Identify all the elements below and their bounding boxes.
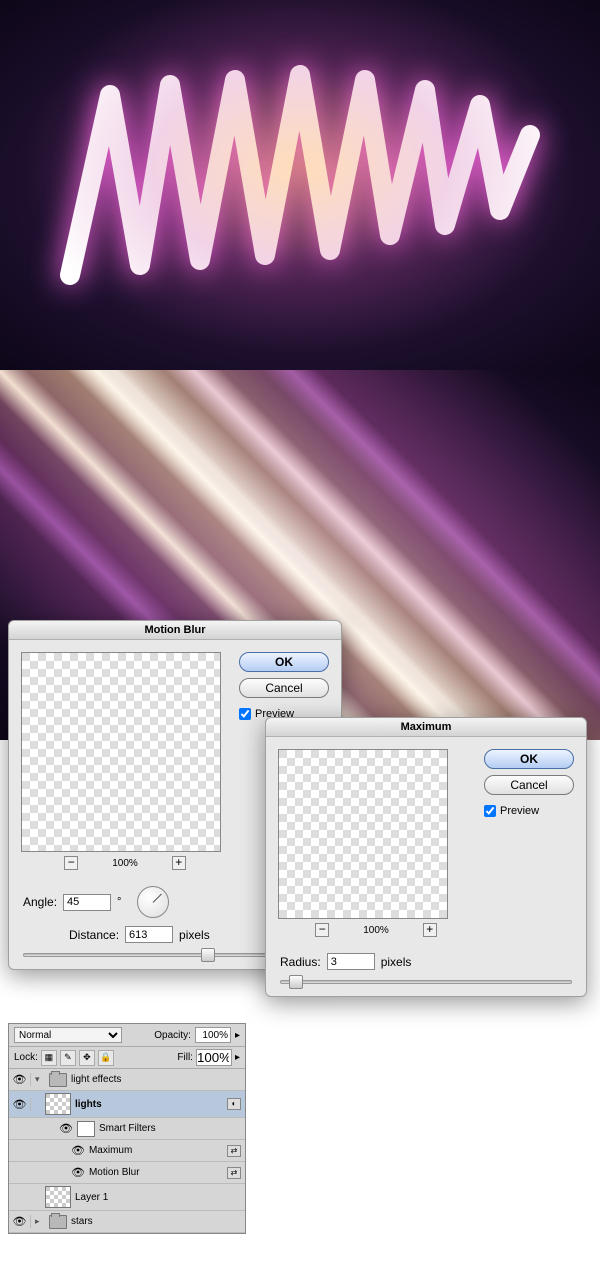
zoom-out-button[interactable]: −	[315, 923, 329, 937]
radius-slider[interactable]	[280, 980, 572, 984]
layer-label: Smart Filters	[99, 1123, 156, 1134]
layer-label: Motion Blur	[89, 1167, 140, 1178]
layer-label: Layer 1	[75, 1192, 108, 1203]
cancel-button[interactable]: Cancel	[484, 775, 574, 795]
layer-layer1[interactable]: Layer 1	[9, 1184, 245, 1211]
zoom-level: 100%	[363, 925, 389, 936]
layer-thumbnail	[45, 1186, 71, 1208]
distance-input[interactable]	[125, 926, 173, 943]
opacity-label: Opacity:	[154, 1030, 191, 1041]
fill-arrow-icon[interactable]: ▸	[235, 1052, 240, 1063]
lock-transparency-icon[interactable]: ▦	[41, 1050, 57, 1066]
layer-group-stars[interactable]: 👁 ▸ stars	[9, 1211, 245, 1233]
zoom-in-button[interactable]: +	[172, 856, 186, 870]
layer-label: light effects	[71, 1074, 121, 1085]
folder-icon	[49, 1073, 67, 1087]
preview-thumbnail[interactable]	[278, 749, 448, 919]
visibility-eye-icon[interactable]: 👁	[59, 1122, 73, 1135]
filter-mask-thumbnail	[77, 1121, 95, 1137]
zoom-in-button[interactable]: +	[423, 923, 437, 937]
layers-panel: Normal Opacity: ▸ Lock: ▦ ✎ ✥ 🔒 Fill: ▸ …	[8, 1023, 246, 1234]
layer-filter-maximum[interactable]: 👁 Maximum ⇄	[9, 1140, 245, 1162]
preview-checkbox-row[interactable]: Preview	[484, 805, 574, 817]
maximum-dialog: Maximum − 100% + OK Cancel Preview	[265, 717, 587, 997]
layer-label: stars	[71, 1216, 93, 1227]
lock-label: Lock:	[14, 1052, 38, 1063]
lock-all-icon[interactable]: 🔒	[98, 1050, 114, 1066]
blend-mode-select[interactable]: Normal	[14, 1027, 122, 1043]
angle-label: Angle:	[23, 895, 57, 909]
zoom-out-button[interactable]: −	[64, 856, 78, 870]
radius-unit: pixels	[381, 955, 412, 969]
ok-button[interactable]: OK	[484, 749, 574, 769]
blending-options-icon[interactable]: ⇄	[227, 1145, 241, 1157]
fill-input[interactable]	[196, 1049, 232, 1066]
preview-checkbox[interactable]	[484, 805, 496, 817]
visibility-eye-icon[interactable]: 👁	[13, 1216, 27, 1228]
scribble-stroke	[50, 35, 550, 315]
radius-input[interactable]	[327, 953, 375, 970]
canvas-scribble-preview	[0, 0, 600, 370]
visibility-eye-icon[interactable]: 👁	[71, 1166, 85, 1179]
disclosure-triangle-icon[interactable]: ▸	[35, 1216, 45, 1227]
opacity-arrow-icon[interactable]: ▸	[235, 1030, 240, 1041]
ok-button[interactable]: OK	[239, 652, 329, 672]
preview-thumbnail[interactable]	[21, 652, 221, 852]
layer-group-light-effects[interactable]: 👁 ▾ light effects	[9, 1069, 245, 1091]
visibility-eye-icon[interactable]: 👁	[13, 1099, 27, 1111]
distance-unit: pixels	[179, 928, 210, 942]
layer-lights[interactable]: 👁 lights ◐	[9, 1091, 245, 1118]
layer-thumbnail	[45, 1093, 71, 1115]
layer-label: lights	[75, 1099, 102, 1110]
blending-options-icon[interactable]: ⇄	[227, 1167, 241, 1179]
preview-checkbox[interactable]	[239, 708, 251, 720]
angle-dial[interactable]	[137, 886, 169, 918]
folder-icon	[49, 1215, 67, 1229]
dialog-title: Motion Blur	[9, 621, 341, 640]
zoom-level: 100%	[112, 858, 138, 869]
lock-position-icon[interactable]: ✥	[79, 1050, 95, 1066]
opacity-input[interactable]	[195, 1027, 231, 1043]
fill-label: Fill:	[177, 1052, 193, 1063]
angle-input[interactable]	[63, 894, 111, 911]
visibility-eye-icon[interactable]: 👁	[71, 1144, 85, 1157]
visibility-eye-icon[interactable]: 👁	[13, 1074, 27, 1086]
cancel-button[interactable]: Cancel	[239, 678, 329, 698]
angle-unit: °	[117, 896, 121, 908]
layer-label: Maximum	[89, 1145, 132, 1156]
lock-pixels-icon[interactable]: ✎	[60, 1050, 76, 1066]
distance-label: Distance:	[69, 928, 119, 942]
radius-label: Radius:	[280, 955, 321, 969]
disclosure-triangle-icon[interactable]: ▾	[35, 1074, 45, 1085]
layer-smart-filters[interactable]: 👁 Smart Filters	[9, 1118, 245, 1140]
smart-object-icon[interactable]: ◐	[227, 1098, 241, 1110]
dialog-title: Maximum	[266, 718, 586, 737]
layer-filter-motion-blur[interactable]: 👁 Motion Blur ⇄	[9, 1162, 245, 1184]
preview-checkbox-label: Preview	[500, 805, 539, 817]
